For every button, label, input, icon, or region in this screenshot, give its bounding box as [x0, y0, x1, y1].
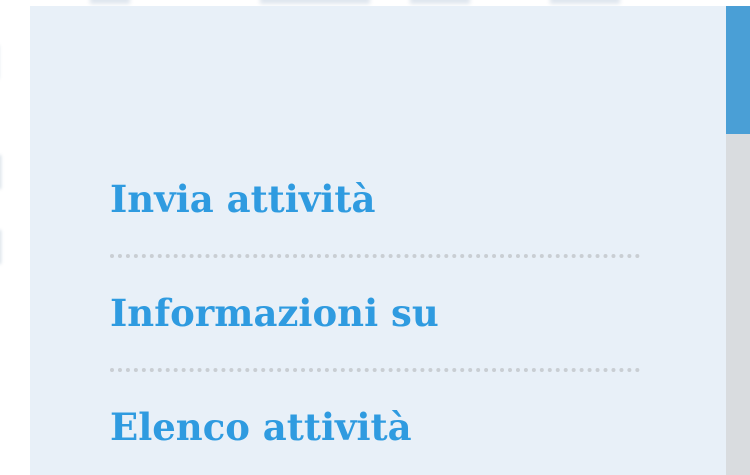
- menu-divider: [110, 254, 640, 258]
- background-blur-glyph: |: [0, 225, 5, 265]
- background-page: | | |: [0, 0, 30, 475]
- background-blur-glyph: |: [0, 40, 3, 80]
- side-menu-list: Invia attività Informazioni su Elenco at…: [110, 170, 640, 456]
- menu-item-invia-attivita[interactable]: Invia attività: [110, 170, 640, 228]
- vertical-scrollbar[interactable]: [726, 6, 750, 475]
- side-menu-panel: Invia attività Informazioni su Elenco at…: [30, 6, 726, 475]
- menu-item-informazioni-su[interactable]: Informazioni su: [110, 284, 640, 342]
- menu-item-elenco-attivita[interactable]: Elenco attività: [110, 398, 640, 456]
- scrollbar-thumb[interactable]: [726, 6, 750, 134]
- background-blur-glyph: |: [0, 150, 5, 190]
- menu-divider: [110, 368, 640, 372]
